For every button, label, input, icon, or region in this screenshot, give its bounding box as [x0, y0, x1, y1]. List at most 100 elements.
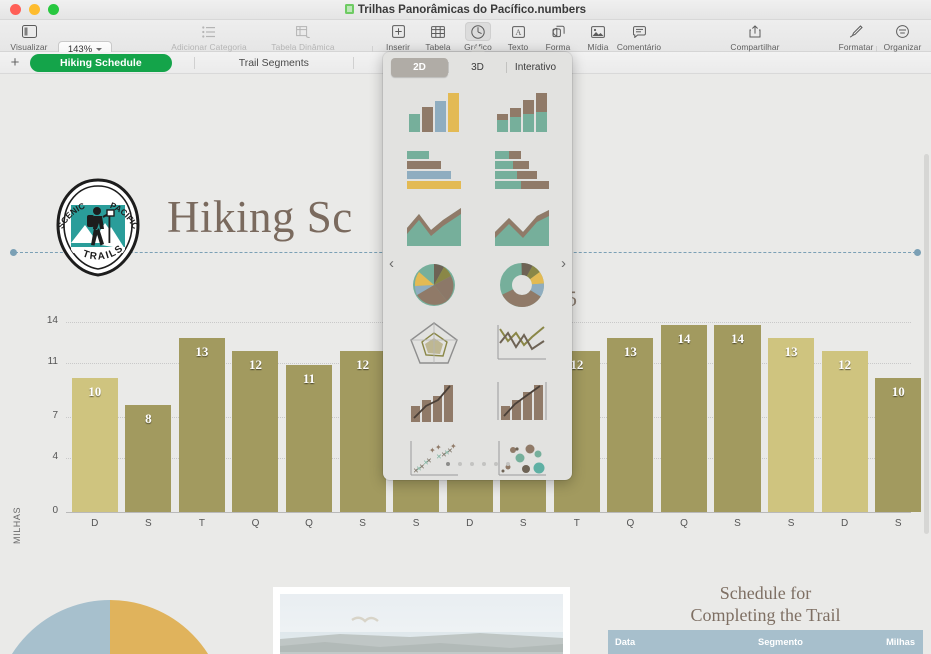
chart-type-grid: ✕✕ ✕✕ ✕ ✕✕ ✕✕ ✦✦ ✦ [383, 82, 572, 464]
toolbar-shape-label: Forma [546, 42, 571, 52]
window-titlebar: Trilhas Panorâmicas do Pacífico.numbers [0, 0, 931, 20]
toolbar-comment-button[interactable]: Comentário [608, 22, 670, 52]
toolbar-share-button[interactable]: Compartilhar [723, 22, 787, 52]
chart-bar[interactable]: 12 [340, 351, 386, 512]
chart-x-tick: Q [607, 518, 653, 529]
chart-bar[interactable]: 14 [661, 325, 707, 512]
chart-type-area-chart[interactable] [398, 198, 470, 256]
page-title: Hiking Sc [167, 191, 353, 243]
chart-type-popover[interactable]: 2D 3D Interativo [383, 52, 572, 480]
popover-page-dots[interactable] [383, 462, 572, 466]
sheet-tab-divider-2 [353, 57, 354, 69]
schedule-table[interactable]: Data Segmento Milhas 5-20 de julho de 20… [608, 630, 923, 654]
toolbar-share-label: Compartilhar [730, 42, 779, 52]
arrange-icon [890, 22, 916, 41]
chart-type-column-and-line-chart[interactable] [398, 372, 470, 430]
svg-text:✕: ✕ [436, 454, 442, 461]
sheet-tab-hiking-schedule[interactable]: Hiking Schedule [30, 54, 172, 72]
column-header-data: Data [608, 637, 758, 647]
chart-type-scatter-chart[interactable]: ✕✕ ✕✕ ✕ ✕✕ ✕✕ ✦✦ ✦ [398, 430, 470, 480]
zoom-placeholder-icon [74, 22, 100, 41]
segment-3d[interactable]: 3D [449, 58, 506, 77]
pivot-table-icon [290, 22, 316, 41]
chart-bar-value-label: 10 [72, 384, 118, 400]
chart-x-axis [66, 512, 911, 513]
chart-bar[interactable]: 12 [822, 351, 868, 512]
toolbar-view-button[interactable]: Visualizar [0, 22, 58, 52]
chart-bar[interactable]: 11 [286, 365, 332, 512]
main-toolbar: Visualizar Zoom 143% Adicionar Categoria… [0, 20, 931, 52]
toolbar-insert-label: Inserir [386, 42, 410, 52]
svg-text:✕: ✕ [416, 466, 422, 473]
chart-bar[interactable]: 8 [125, 405, 171, 512]
chart-x-tick: Q [232, 518, 278, 529]
chart-x-tick: S [340, 518, 386, 529]
vertical-scrollbar[interactable] [924, 154, 929, 534]
chart-type-stacked-area-chart[interactable] [486, 198, 558, 256]
page-dot-6[interactable] [506, 462, 510, 466]
chart-bar[interactable]: 13 [607, 338, 653, 512]
popover-prev-page-button[interactable]: ‹ [389, 255, 394, 272]
chart-type-bubble-chart[interactable] [486, 430, 558, 480]
toolbar-media-label: Mídia [588, 42, 609, 52]
trail-photo [280, 594, 563, 654]
toolbar-pivot-table-button[interactable]: Tabela Dinâmica [250, 22, 356, 52]
chart-type-column-chart[interactable] [398, 82, 470, 140]
toolbar-arrange-button[interactable]: Organizar [874, 22, 931, 52]
segment-interativo[interactable]: Interativo [507, 58, 564, 77]
chart-type-stacked-bar-chart[interactable] [486, 140, 558, 198]
chart-x-tick: Q [286, 518, 332, 529]
trail-photo-frame[interactable] [273, 587, 570, 654]
document-title-wrap: Trilhas Panorâmicas do Pacífico.numbers [0, 0, 931, 20]
y-tick-14: 14 [24, 315, 58, 326]
sheet-tab-trail-segments[interactable]: Trail Segments [217, 54, 331, 72]
chart-bar-value-label: 11 [286, 371, 332, 387]
chart-type-radar-chart[interactable] [398, 314, 470, 372]
chart-dimension-segmented-control[interactable]: 2D 3D Interativo [391, 58, 564, 77]
chart-bar-value-label: 13 [179, 344, 225, 360]
chart-bar[interactable]: 14 [714, 325, 760, 512]
schedule-title-line-2: Completing the Trail [608, 604, 923, 626]
column-header-segmento: Segmento [758, 637, 880, 647]
y-tick-4: 4 [24, 451, 58, 462]
page-dot-5[interactable] [494, 462, 498, 466]
chart-type-bar-chart[interactable] [398, 140, 470, 198]
chart-x-tick: S [125, 518, 171, 529]
chart-bar[interactable]: 13 [768, 338, 814, 512]
column-header-milhas: Milhas [880, 637, 923, 647]
chart-type-stacked-column-chart[interactable] [486, 82, 558, 140]
percentage-of-trail-donut-chart[interactable] [0, 596, 230, 654]
svg-text:A: A [515, 28, 521, 37]
chart-bar[interactable]: 12 [232, 351, 278, 512]
chart-type-pie-chart[interactable] [398, 256, 470, 314]
toolbar-comment-label: Comentário [617, 42, 661, 52]
chart-bar-value-label: 12 [822, 357, 868, 373]
page-dot-3[interactable] [470, 462, 474, 466]
comment-icon [626, 22, 652, 41]
page-dot-2[interactable] [458, 462, 462, 466]
text-icon: A [505, 22, 531, 41]
chart-bar[interactable]: 13 [179, 338, 225, 512]
page-dot-4[interactable] [482, 462, 486, 466]
popover-next-page-button[interactable]: › [561, 255, 566, 272]
add-sheet-button[interactable]: + [0, 55, 30, 70]
chart-bar-value-label: 12 [340, 357, 386, 373]
chart-bar[interactable]: 10 [72, 378, 118, 512]
chart-x-tick: D [822, 518, 868, 529]
chart-type-two-axis-chart[interactable] [486, 372, 558, 430]
y-tick-0: 0 [24, 505, 58, 516]
chart-x-tick: T [554, 518, 600, 529]
chart-bar-value-label: 10 [875, 384, 921, 400]
chart-type-line-chart[interactable] [486, 314, 558, 372]
chart-bar-value-label: 8 [125, 411, 171, 427]
chart-bar[interactable]: 10 [875, 378, 921, 512]
toolbar-table-label: Tabela [425, 42, 450, 52]
chart-type-donut-chart[interactable] [486, 256, 558, 314]
page-dot-1[interactable] [446, 462, 450, 466]
table-icon [425, 22, 451, 41]
svg-text:✦: ✦ [435, 443, 442, 452]
chart-x-tick: T [179, 518, 225, 529]
chart-bar-value-label: 12 [232, 357, 278, 373]
segment-2d[interactable]: 2D [391, 58, 448, 77]
table-header-row: Data Segmento Milhas [608, 630, 923, 654]
